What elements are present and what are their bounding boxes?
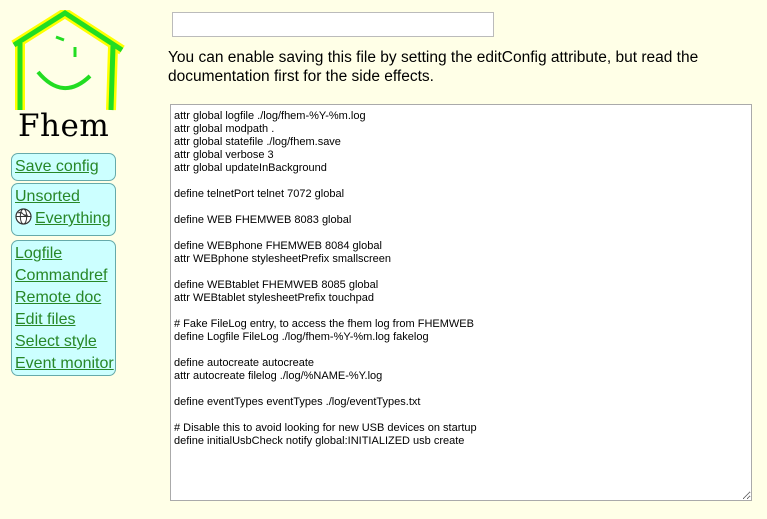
remote-doc-link[interactable]: Remote doc (15, 287, 112, 309)
logfile-link[interactable]: Logfile (15, 243, 112, 265)
edit-config-info-text: You can enable saving this file by setti… (168, 49, 699, 85)
logo-text: Fhem (18, 108, 110, 144)
edit-files-link[interactable]: Edit files (15, 309, 112, 331)
room-link-unsorted[interactable]: Unsorted (15, 186, 112, 208)
command-input[interactable] (172, 12, 494, 37)
globe-icon (15, 208, 32, 225)
menu-tools-block: Logfile Commandref Remote doc Edit files… (11, 240, 116, 376)
menu-rooms-block: Unsorted Everything (11, 183, 116, 236)
select-style-link[interactable]: Select style (15, 331, 112, 353)
event-monitor-link[interactable]: Event monitor (15, 353, 114, 375)
config-editor-textarea[interactable]: attr global logfile ./log/fhem-%Y-%m.log… (170, 104, 752, 501)
room-label-everything: Everything (35, 210, 111, 227)
save-config-link[interactable]: Save config (15, 156, 112, 178)
house-logo-icon (11, 7, 125, 111)
commandref-link[interactable]: Commandref (15, 265, 112, 287)
menu-save-block: Save config (11, 153, 116, 181)
room-link-everything[interactable]: Everything (15, 208, 112, 230)
